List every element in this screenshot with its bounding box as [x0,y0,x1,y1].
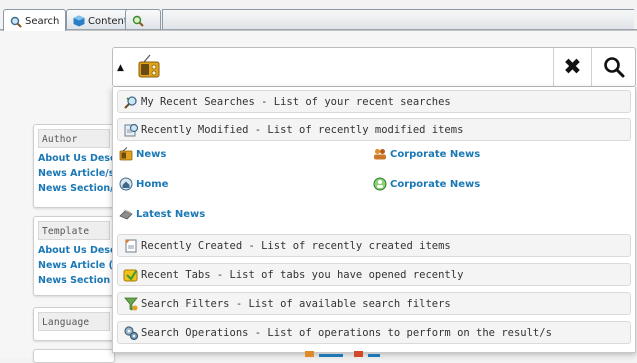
facet-language: Language [33,307,115,341]
bookmark-icon [119,209,133,220]
clear-button[interactable]: ✖ [553,48,591,86]
result-text-line [368,354,381,357]
menu-item-search-filters[interactable]: Search Filters - List of available searc… [117,292,631,315]
quick-link-label: Corporate News [390,178,481,190]
facet-link[interactable]: News Article/s [34,166,114,181]
menu-item-recently-modified[interactable]: Recently Modified - List of recently mod… [117,118,631,141]
facet-author: Author About Us Desc News Article/s News… [33,124,115,208]
facet-header: Template [38,221,110,240]
close-icon: ✖ [563,54,582,80]
menu-item-search-operations[interactable]: Search Operations - List of operations t… [117,321,631,344]
recently-created-icon [125,239,137,252]
facet-header: Language [38,312,110,331]
quick-link-label: Home [136,178,169,190]
facet-template: Template About Us Desc News Article ( Ne… [33,216,115,296]
quick-link-label: Latest News [136,208,206,220]
tab-search[interactable]: Search [3,9,67,31]
radio-icon[interactable] [136,54,162,80]
result-icon [354,351,364,357]
search-suggestions-dropdown: My Recent Searches - List of your recent… [112,87,636,353]
recently-modified-icon [124,123,139,136]
magnifier-extra-icon [132,15,144,27]
radio-icon [119,147,133,161]
quick-link-corporate-news[interactable]: Corporate News [373,147,480,161]
menu-item-label: Recently Created - List of recently crea… [141,239,451,252]
quick-link-corporate-news-2[interactable]: Corporate News [373,177,480,191]
search-bar: ▲ ✖ [112,47,636,87]
search-button[interactable] [591,48,635,86]
facet-link[interactable]: News Section/ [34,181,114,196]
quick-link-label: News [136,148,167,160]
menu-item-recent-searches[interactable]: My Recent Searches - List of your recent… [117,90,631,113]
filter-icon [124,297,138,311]
recent-searches-icon [124,95,137,109]
tab-label: Content [88,15,128,27]
people-icon [374,149,386,160]
background-results-glimpse [305,350,381,360]
recent-tabs-icon [123,269,138,281]
facet-link[interactable]: About Us Desc [34,151,114,166]
menu-item-label: My Recent Searches - List of your recent… [141,95,451,108]
facet-link[interactable]: News Section ( [34,273,114,288]
quick-link-home[interactable]: Home [119,177,168,191]
tab-strip-filler [162,9,634,30]
search-icon [603,57,624,78]
quick-link-latest-news[interactable]: Latest News [119,207,205,221]
menu-item-recent-tabs[interactable]: Recent Tabs - List of tabs you have open… [117,263,631,286]
tab-extra[interactable] [125,9,161,30]
menu-item-label: Search Operations - List of operations t… [141,326,552,339]
home-icon [119,177,133,191]
facet-header: Author [38,129,110,148]
result-text-line [319,354,344,357]
facet-next [33,349,115,363]
facet-link[interactable]: About Us Desc [34,243,114,258]
cube-icon [73,15,85,27]
quick-link-label: Corporate News [390,148,481,160]
menu-item-label: Search Filters - List of available searc… [141,297,451,310]
magnifier-icon [10,16,22,28]
result-icon [305,351,314,357]
facet-link[interactable]: News Article ( [34,258,114,273]
scope-dropdown-caret-icon[interactable]: ▲ [117,63,124,73]
operations-icon [124,325,139,340]
tab-label: Search [25,16,60,27]
menu-item-label: Recently Modified - List of recently mod… [141,123,464,136]
quick-link-news[interactable]: News [119,147,166,161]
menu-item-recently-created[interactable]: Recently Created - List of recently crea… [117,234,631,257]
tab-strip: Search Content [0,0,637,31]
menu-item-label: Recent Tabs - List of tabs you have open… [141,268,464,281]
globe-people-icon [373,177,387,191]
